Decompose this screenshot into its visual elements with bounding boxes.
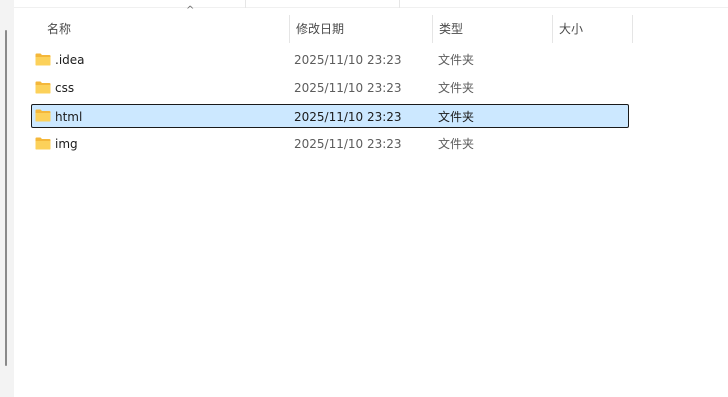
column-header-name[interactable]: ^ 名称: [41, 6, 290, 43]
folder-icon: [35, 81, 51, 94]
file-name: html: [55, 110, 83, 124]
file-row-idea[interactable]: .idea 2025/11/10 23:23 文件夹: [31, 48, 629, 72]
toolbar-divider: [399, 0, 400, 8]
folder-icon: [35, 53, 51, 66]
file-row-html[interactable]: html 2025/11/10 23:23 文件夹: [31, 104, 629, 128]
file-type: 文件夹: [438, 110, 475, 124]
file-row-img[interactable]: img 2025/11/10 23:23 文件夹: [31, 132, 629, 156]
toolbar-strip: [14, 0, 728, 8]
file-date-modified: 2025/11/10 23:23: [294, 110, 402, 124]
file-date-modified: 2025/11/10 23:23: [294, 137, 402, 151]
navigation-scrollbar[interactable]: [5, 30, 7, 366]
column-header-date-label: 修改日期: [296, 22, 345, 36]
toolbar-divider: [245, 0, 246, 8]
folder-icon: [35, 109, 51, 122]
navigation-pane-edge: [0, 0, 14, 397]
file-date-modified: 2025/11/10 23:23: [294, 53, 402, 67]
file-type: 文件夹: [438, 81, 475, 95]
folder-icon: [35, 137, 51, 150]
file-name: img: [55, 137, 78, 151]
file-name: css: [55, 81, 75, 95]
column-header: ^ 名称 修改日期 类型 大小: [14, 6, 728, 43]
file-name: .idea: [55, 53, 85, 67]
sort-ascending-icon: ^: [186, 5, 195, 16]
column-header-name-label: 名称: [47, 22, 72, 36]
file-date-modified: 2025/11/10 23:23: [294, 81, 402, 95]
column-header-type[interactable]: 类型: [433, 15, 553, 43]
column-header-size[interactable]: 大小: [553, 15, 633, 43]
column-header-date[interactable]: 修改日期: [290, 15, 433, 43]
column-header-type-label: 类型: [439, 22, 464, 36]
column-header-size-label: 大小: [559, 22, 584, 36]
file-type: 文件夹: [438, 137, 475, 151]
file-row-css[interactable]: css 2025/11/10 23:23 文件夹: [31, 76, 629, 100]
file-type: 文件夹: [438, 53, 475, 67]
